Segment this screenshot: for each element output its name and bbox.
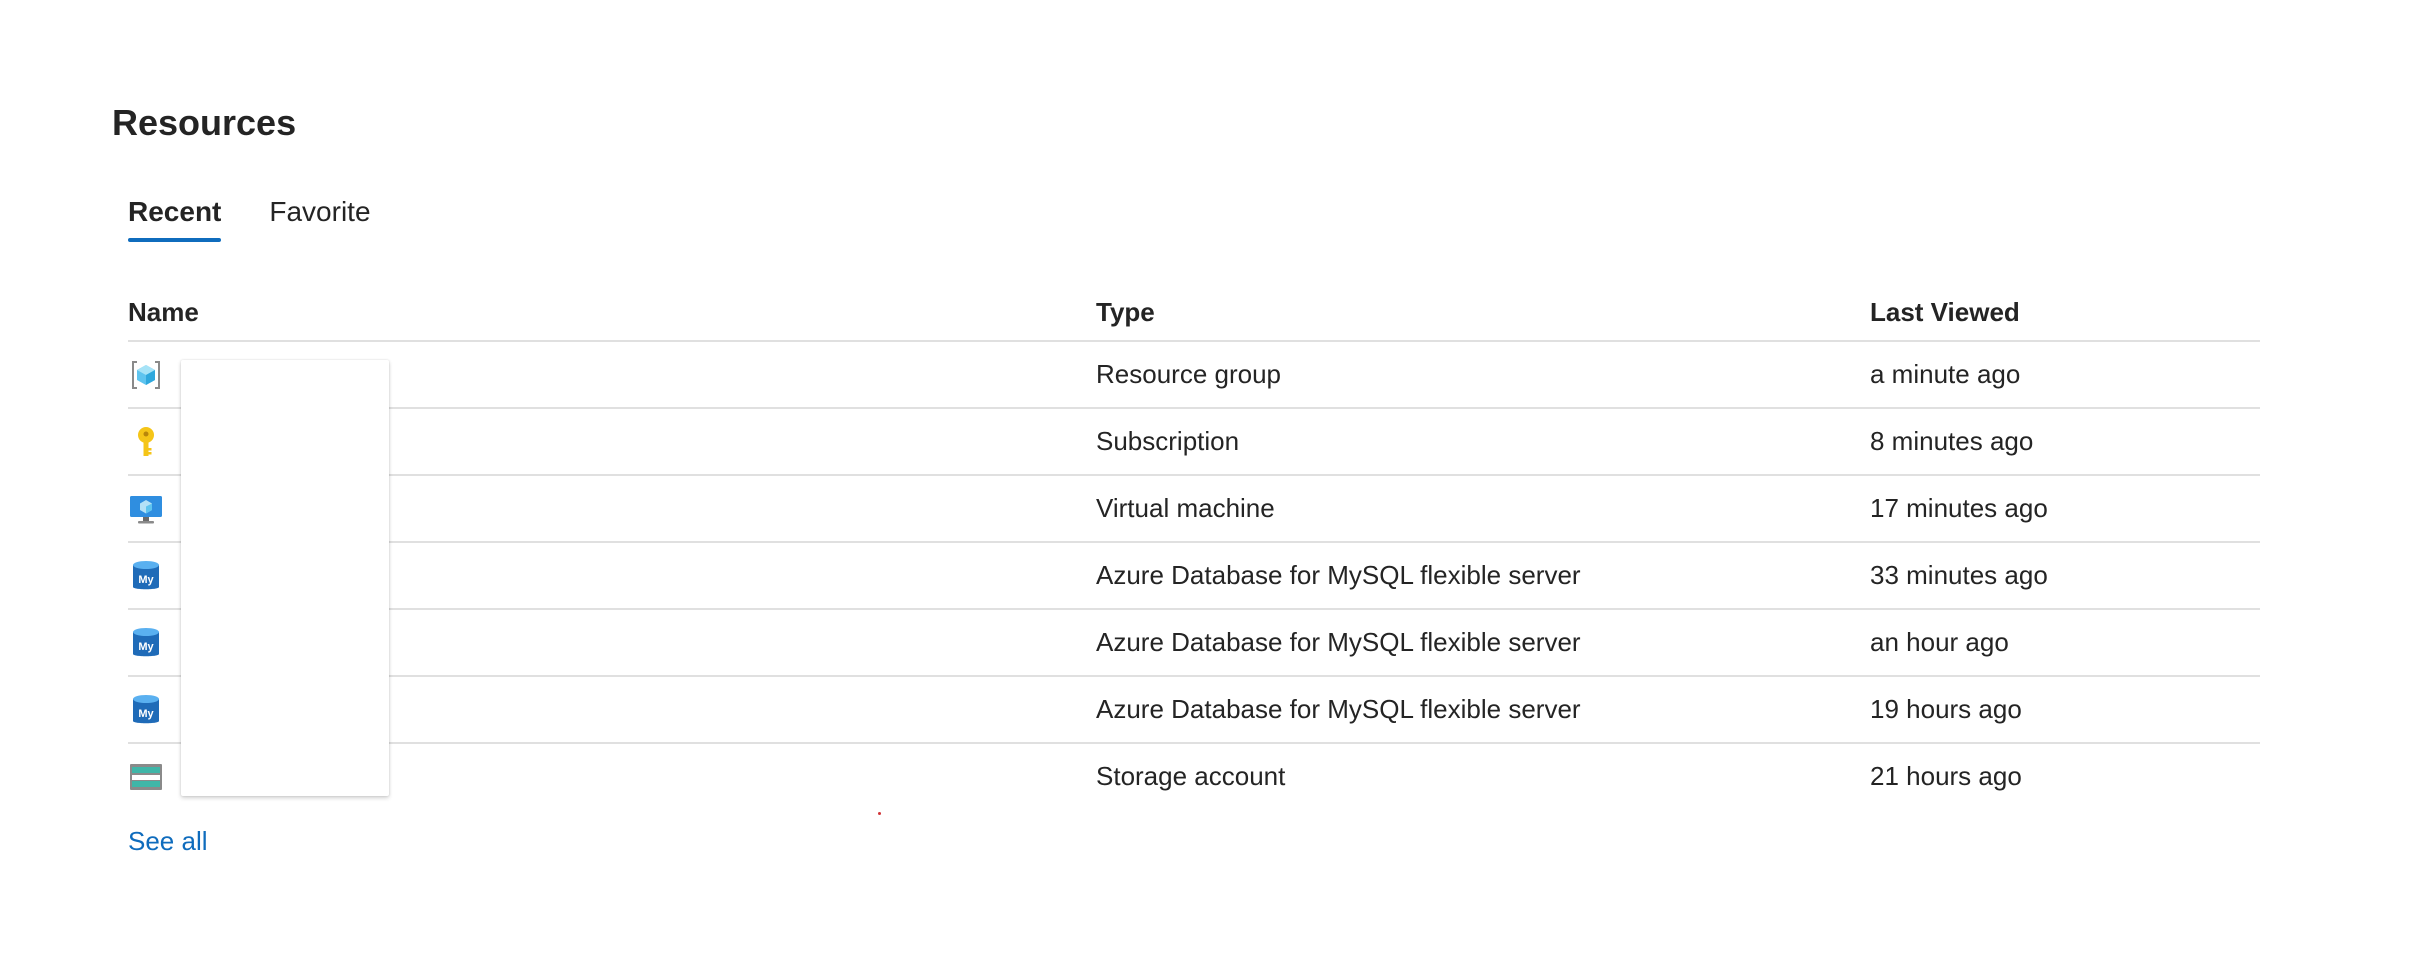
resource-type: Azure Database for MySQL flexible server [1096, 560, 1581, 590]
table-row[interactable]: My a v Azure Database for MySQL flexible… [128, 677, 2260, 744]
table-header: Name Type Last Viewed [128, 284, 2260, 342]
svg-text:My: My [138, 574, 154, 586]
virtual-machine-icon [130, 495, 162, 523]
last-viewed: 19 hours ago [1870, 694, 2022, 724]
mysql-database-icon: My [133, 627, 159, 656]
resource-tabs: Recent Favorite [128, 196, 371, 242]
resources-panel: Resources Recent Favorite Name Type Last… [0, 0, 2428, 976]
last-viewed: an hour ago [1870, 627, 2009, 657]
storage-account-icon [130, 763, 162, 790]
resource-type: Azure Database for MySQL flexible server [1096, 694, 1581, 724]
svg-text:My: My [138, 708, 154, 720]
table-row[interactable]: Virtual machine 17 minutes ago [128, 476, 2260, 543]
subscription-key-icon [138, 426, 154, 456]
tab-recent[interactable]: Recent [128, 196, 222, 242]
column-header-last-viewed[interactable]: Last Viewed [1870, 297, 2260, 328]
last-viewed: 17 minutes ago [1870, 493, 2048, 523]
last-viewed: 33 minutes ago [1870, 560, 2048, 590]
svg-text:My: My [138, 641, 154, 653]
resources-table: Name Type Last Viewed Resource group a m… [128, 284, 2260, 809]
resource-type: Subscription [1096, 426, 1240, 456]
decorative-dot [878, 812, 881, 815]
resource-type: Resource group [1096, 359, 1281, 389]
resource-type: Storage account [1096, 761, 1286, 791]
tab-favorite[interactable]: Favorite [269, 196, 370, 242]
column-header-name[interactable]: Name [128, 297, 1096, 328]
table-row[interactable]: Resource group a minute ago [128, 342, 2260, 409]
mysql-database-icon: My [133, 560, 159, 589]
table-row[interactable]: Storage account 21 hours ago [128, 744, 2260, 809]
table-row[interactable]: Subscription 8 minutes ago [128, 409, 2260, 476]
resource-type: Azure Database for MySQL flexible server [1096, 627, 1581, 657]
hover-card-popup[interactable] [181, 360, 389, 796]
see-all-link[interactable]: See all [128, 826, 208, 857]
table-row[interactable]: My a Azure Database for MySQL flexible s… [128, 610, 2260, 677]
last-viewed: 21 hours ago [1870, 761, 2022, 791]
last-viewed: 8 minutes ago [1870, 426, 2034, 456]
resource-group-icon [132, 360, 160, 389]
table-row[interactable]: My Azure Database for MySQL flexible ser… [128, 543, 2260, 610]
mysql-database-icon: My [133, 694, 159, 723]
column-header-type[interactable]: Type [1096, 297, 1870, 328]
last-viewed: a minute ago [1870, 359, 2021, 389]
section-title: Resources [112, 102, 297, 143]
resource-type: Virtual machine [1096, 493, 1275, 523]
